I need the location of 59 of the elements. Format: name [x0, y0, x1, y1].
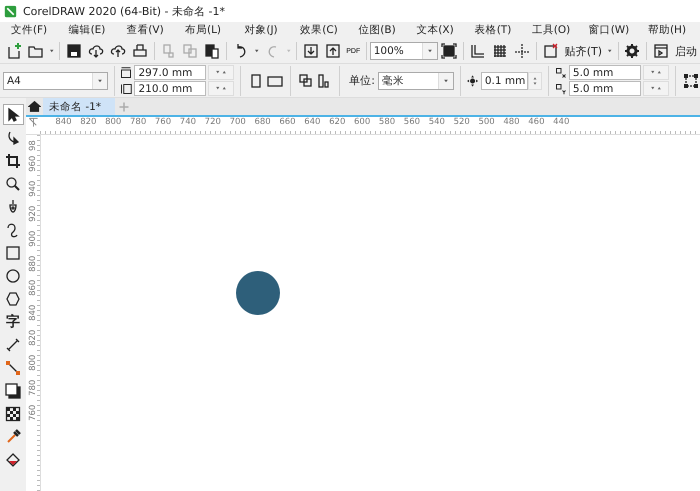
ruler-label: 98 [28, 139, 38, 151]
menu-item[interactable]: 位图(B) [348, 23, 406, 37]
ruler-label: 800 [28, 353, 38, 373]
width-field[interactable]: 297.0 mm [134, 65, 206, 80]
ruler-label: 640 [303, 117, 322, 129]
ruler-label: 580 [378, 117, 396, 129]
ruler-label: 440 [552, 117, 570, 129]
unit-dropdown[interactable]: 毫米 [378, 72, 454, 90]
ruler-label: 820 [28, 328, 38, 348]
menu-item[interactable]: 表格(T) [464, 23, 522, 37]
ruler-label: 680 [253, 117, 272, 129]
ruler-label: 760 [154, 117, 172, 129]
menu-item[interactable]: 编辑(E) [58, 23, 116, 37]
page-size-dropdown[interactable]: A4 [3, 72, 108, 90]
nudge-distance-field[interactable]: 0.1 mm [480, 72, 528, 90]
ruler-label: 880 [28, 254, 38, 274]
menu-item[interactable]: 对象(J) [232, 23, 290, 37]
ruler-label: 760 [28, 403, 38, 422]
ruler-label: 620 [328, 117, 346, 129]
ruler-label: 860 [28, 278, 38, 298]
document-tab[interactable]: 未命名 -1* [43, 98, 116, 115]
ruler-label: 600 [353, 117, 372, 129]
unit-label: 单位: [348, 73, 376, 88]
duplicate-y-field[interactable]: 5.0 mm [568, 81, 641, 96]
menu-item[interactable]: 工具(O) [522, 23, 580, 37]
menu-item[interactable]: 文本(X) [406, 23, 464, 37]
ruler-label: 460 [527, 117, 546, 129]
text-tool[interactable]: 字 [2, 311, 24, 332]
ruler-label: 720 [204, 117, 222, 129]
ruler-label: 780 [129, 117, 148, 129]
menu-item[interactable]: 查看(V) [116, 23, 174, 37]
ruler-label: 780 [28, 378, 38, 398]
ruler-label: 480 [502, 117, 521, 129]
duplicate-x-field[interactable]: 5.0 mm [568, 65, 641, 80]
ruler-label: 800 [104, 117, 122, 129]
ruler-label: 940 [28, 179, 38, 198]
ruler-label: 920 [28, 204, 38, 224]
menu-item[interactable]: 窗口(W) [580, 23, 638, 37]
menu-item[interactable]: 布局(L) [174, 23, 232, 37]
window-title: CorelDRAW 2020 (64-Bit) - 未命名 -1* [23, 4, 225, 18]
ruler-label: 960 [28, 154, 38, 174]
ruler-label: 900 [28, 229, 38, 248]
ruler-label: 560 [402, 117, 422, 129]
launch-button[interactable]: 启动 [672, 44, 700, 58]
ruler-label: 660 [278, 117, 297, 129]
height-field[interactable]: 210.0 mm [134, 81, 206, 96]
ruler-label: 540 [428, 117, 446, 129]
ruler-label: 840 [28, 304, 38, 323]
ruler-label: 500 [477, 117, 496, 129]
ruler-label: 820 [79, 117, 98, 129]
ruler-label: 840 [54, 117, 73, 129]
zoom-level-dropdown[interactable]: 100% [370, 42, 438, 60]
snap-to-dropdown[interactable]: 贴齐(T) [562, 44, 605, 58]
ruler-label: 740 [178, 117, 198, 129]
menu-item[interactable]: 帮助(H) [638, 23, 696, 37]
menu-item[interactable]: 文件(F) [0, 23, 58, 37]
ruler-label: 520 [452, 117, 471, 129]
ruler-label: 700 [228, 117, 247, 129]
menu-item[interactable]: 效果(C) [290, 23, 348, 37]
